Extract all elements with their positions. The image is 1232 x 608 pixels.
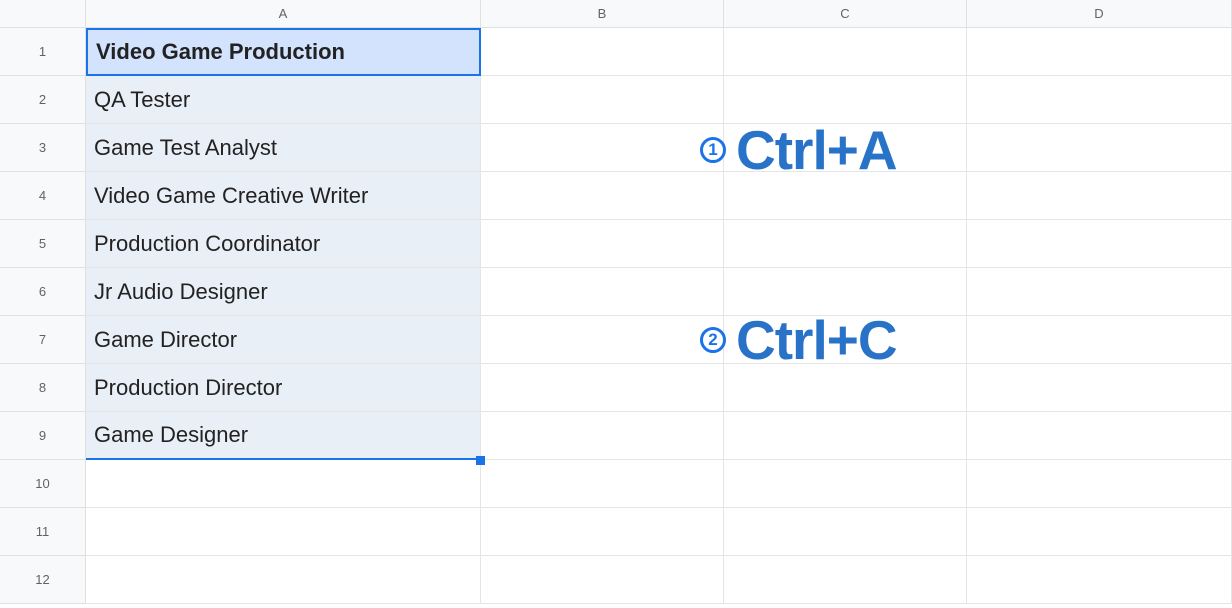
cell-a5[interactable]: Production Coordinator xyxy=(86,220,481,268)
row-8: 8 Production Director xyxy=(0,364,1232,412)
cell-d1[interactable] xyxy=(967,28,1232,76)
row-header-10[interactable]: 10 xyxy=(0,460,86,508)
cell-c9[interactable] xyxy=(724,412,967,460)
cell-d4[interactable] xyxy=(967,172,1232,220)
row-11: 11 xyxy=(0,508,1232,556)
cell-a2[interactable]: QA Tester xyxy=(86,76,481,124)
column-header-a[interactable]: A xyxy=(86,0,481,28)
cell-a12[interactable] xyxy=(86,556,481,604)
cell-a7[interactable]: Game Director xyxy=(86,316,481,364)
cell-d2[interactable] xyxy=(967,76,1232,124)
cell-b1[interactable] xyxy=(481,28,724,76)
cell-c6[interactable] xyxy=(724,268,967,316)
row-7: 7 Game Director xyxy=(0,316,1232,364)
row-header-5[interactable]: 5 xyxy=(0,220,86,268)
cell-a3[interactable]: Game Test Analyst xyxy=(86,124,481,172)
row-header-1[interactable]: 1 xyxy=(0,28,86,76)
row-header-6[interactable]: 6 xyxy=(0,268,86,316)
cell-b8[interactable] xyxy=(481,364,724,412)
row-header-12[interactable]: 12 xyxy=(0,556,86,604)
cell-b11[interactable] xyxy=(481,508,724,556)
cell-a8[interactable]: Production Director xyxy=(86,364,481,412)
select-all-corner[interactable] xyxy=(0,0,86,28)
row-4: 4 Video Game Creative Writer xyxy=(0,172,1232,220)
cell-b7[interactable] xyxy=(481,316,724,364)
cell-b4[interactable] xyxy=(481,172,724,220)
cell-c7[interactable] xyxy=(724,316,967,364)
row-header-4[interactable]: 4 xyxy=(0,172,86,220)
row-1: 1 Video Game Production xyxy=(0,28,1232,76)
cell-d6[interactable] xyxy=(967,268,1232,316)
cell-c11[interactable] xyxy=(724,508,967,556)
row-5: 5 Production Coordinator xyxy=(0,220,1232,268)
row-header-8[interactable]: 8 xyxy=(0,364,86,412)
cell-d11[interactable] xyxy=(967,508,1232,556)
cell-b6[interactable] xyxy=(481,268,724,316)
row-header-3[interactable]: 3 xyxy=(0,124,86,172)
cell-c2[interactable] xyxy=(724,76,967,124)
cell-c1[interactable] xyxy=(724,28,967,76)
cell-b9[interactable] xyxy=(481,412,724,460)
row-9: 9 Game Designer xyxy=(0,412,1232,460)
cell-d7[interactable] xyxy=(967,316,1232,364)
row-10: 10 xyxy=(0,460,1232,508)
row-6: 6 Jr Audio Designer xyxy=(0,268,1232,316)
cell-c10[interactable] xyxy=(724,460,967,508)
cell-c12[interactable] xyxy=(724,556,967,604)
cell-a6[interactable]: Jr Audio Designer xyxy=(86,268,481,316)
cell-c3[interactable] xyxy=(724,124,967,172)
cell-d3[interactable] xyxy=(967,124,1232,172)
cell-b10[interactable] xyxy=(481,460,724,508)
cell-d9[interactable] xyxy=(967,412,1232,460)
cell-c4[interactable] xyxy=(724,172,967,220)
row-2: 2 QA Tester xyxy=(0,76,1232,124)
cell-a9[interactable]: Game Designer xyxy=(86,412,481,460)
column-header-row: A B C D xyxy=(0,0,1232,28)
cell-d10[interactable] xyxy=(967,460,1232,508)
cell-a1[interactable]: Video Game Production xyxy=(86,28,481,76)
row-12: 12 xyxy=(0,556,1232,604)
cell-c5[interactable] xyxy=(724,220,967,268)
cell-b2[interactable] xyxy=(481,76,724,124)
column-header-b[interactable]: B xyxy=(481,0,724,28)
cell-b5[interactable] xyxy=(481,220,724,268)
cell-b3[interactable] xyxy=(481,124,724,172)
column-header-d[interactable]: D xyxy=(967,0,1232,28)
cell-a10[interactable] xyxy=(86,460,481,508)
row-header-9[interactable]: 9 xyxy=(0,412,86,460)
cell-a4[interactable]: Video Game Creative Writer xyxy=(86,172,481,220)
cell-a11[interactable] xyxy=(86,508,481,556)
spreadsheet: A B C D 1 Video Game Production 2 QA Tes… xyxy=(0,0,1232,608)
row-header-7[interactable]: 7 xyxy=(0,316,86,364)
row-header-2[interactable]: 2 xyxy=(0,76,86,124)
cell-d5[interactable] xyxy=(967,220,1232,268)
selection-fill-handle[interactable] xyxy=(476,456,485,465)
cell-c8[interactable] xyxy=(724,364,967,412)
cell-b12[interactable] xyxy=(481,556,724,604)
cell-d12[interactable] xyxy=(967,556,1232,604)
row-header-11[interactable]: 11 xyxy=(0,508,86,556)
column-header-c[interactable]: C xyxy=(724,0,967,28)
cell-d8[interactable] xyxy=(967,364,1232,412)
row-3: 3 Game Test Analyst xyxy=(0,124,1232,172)
